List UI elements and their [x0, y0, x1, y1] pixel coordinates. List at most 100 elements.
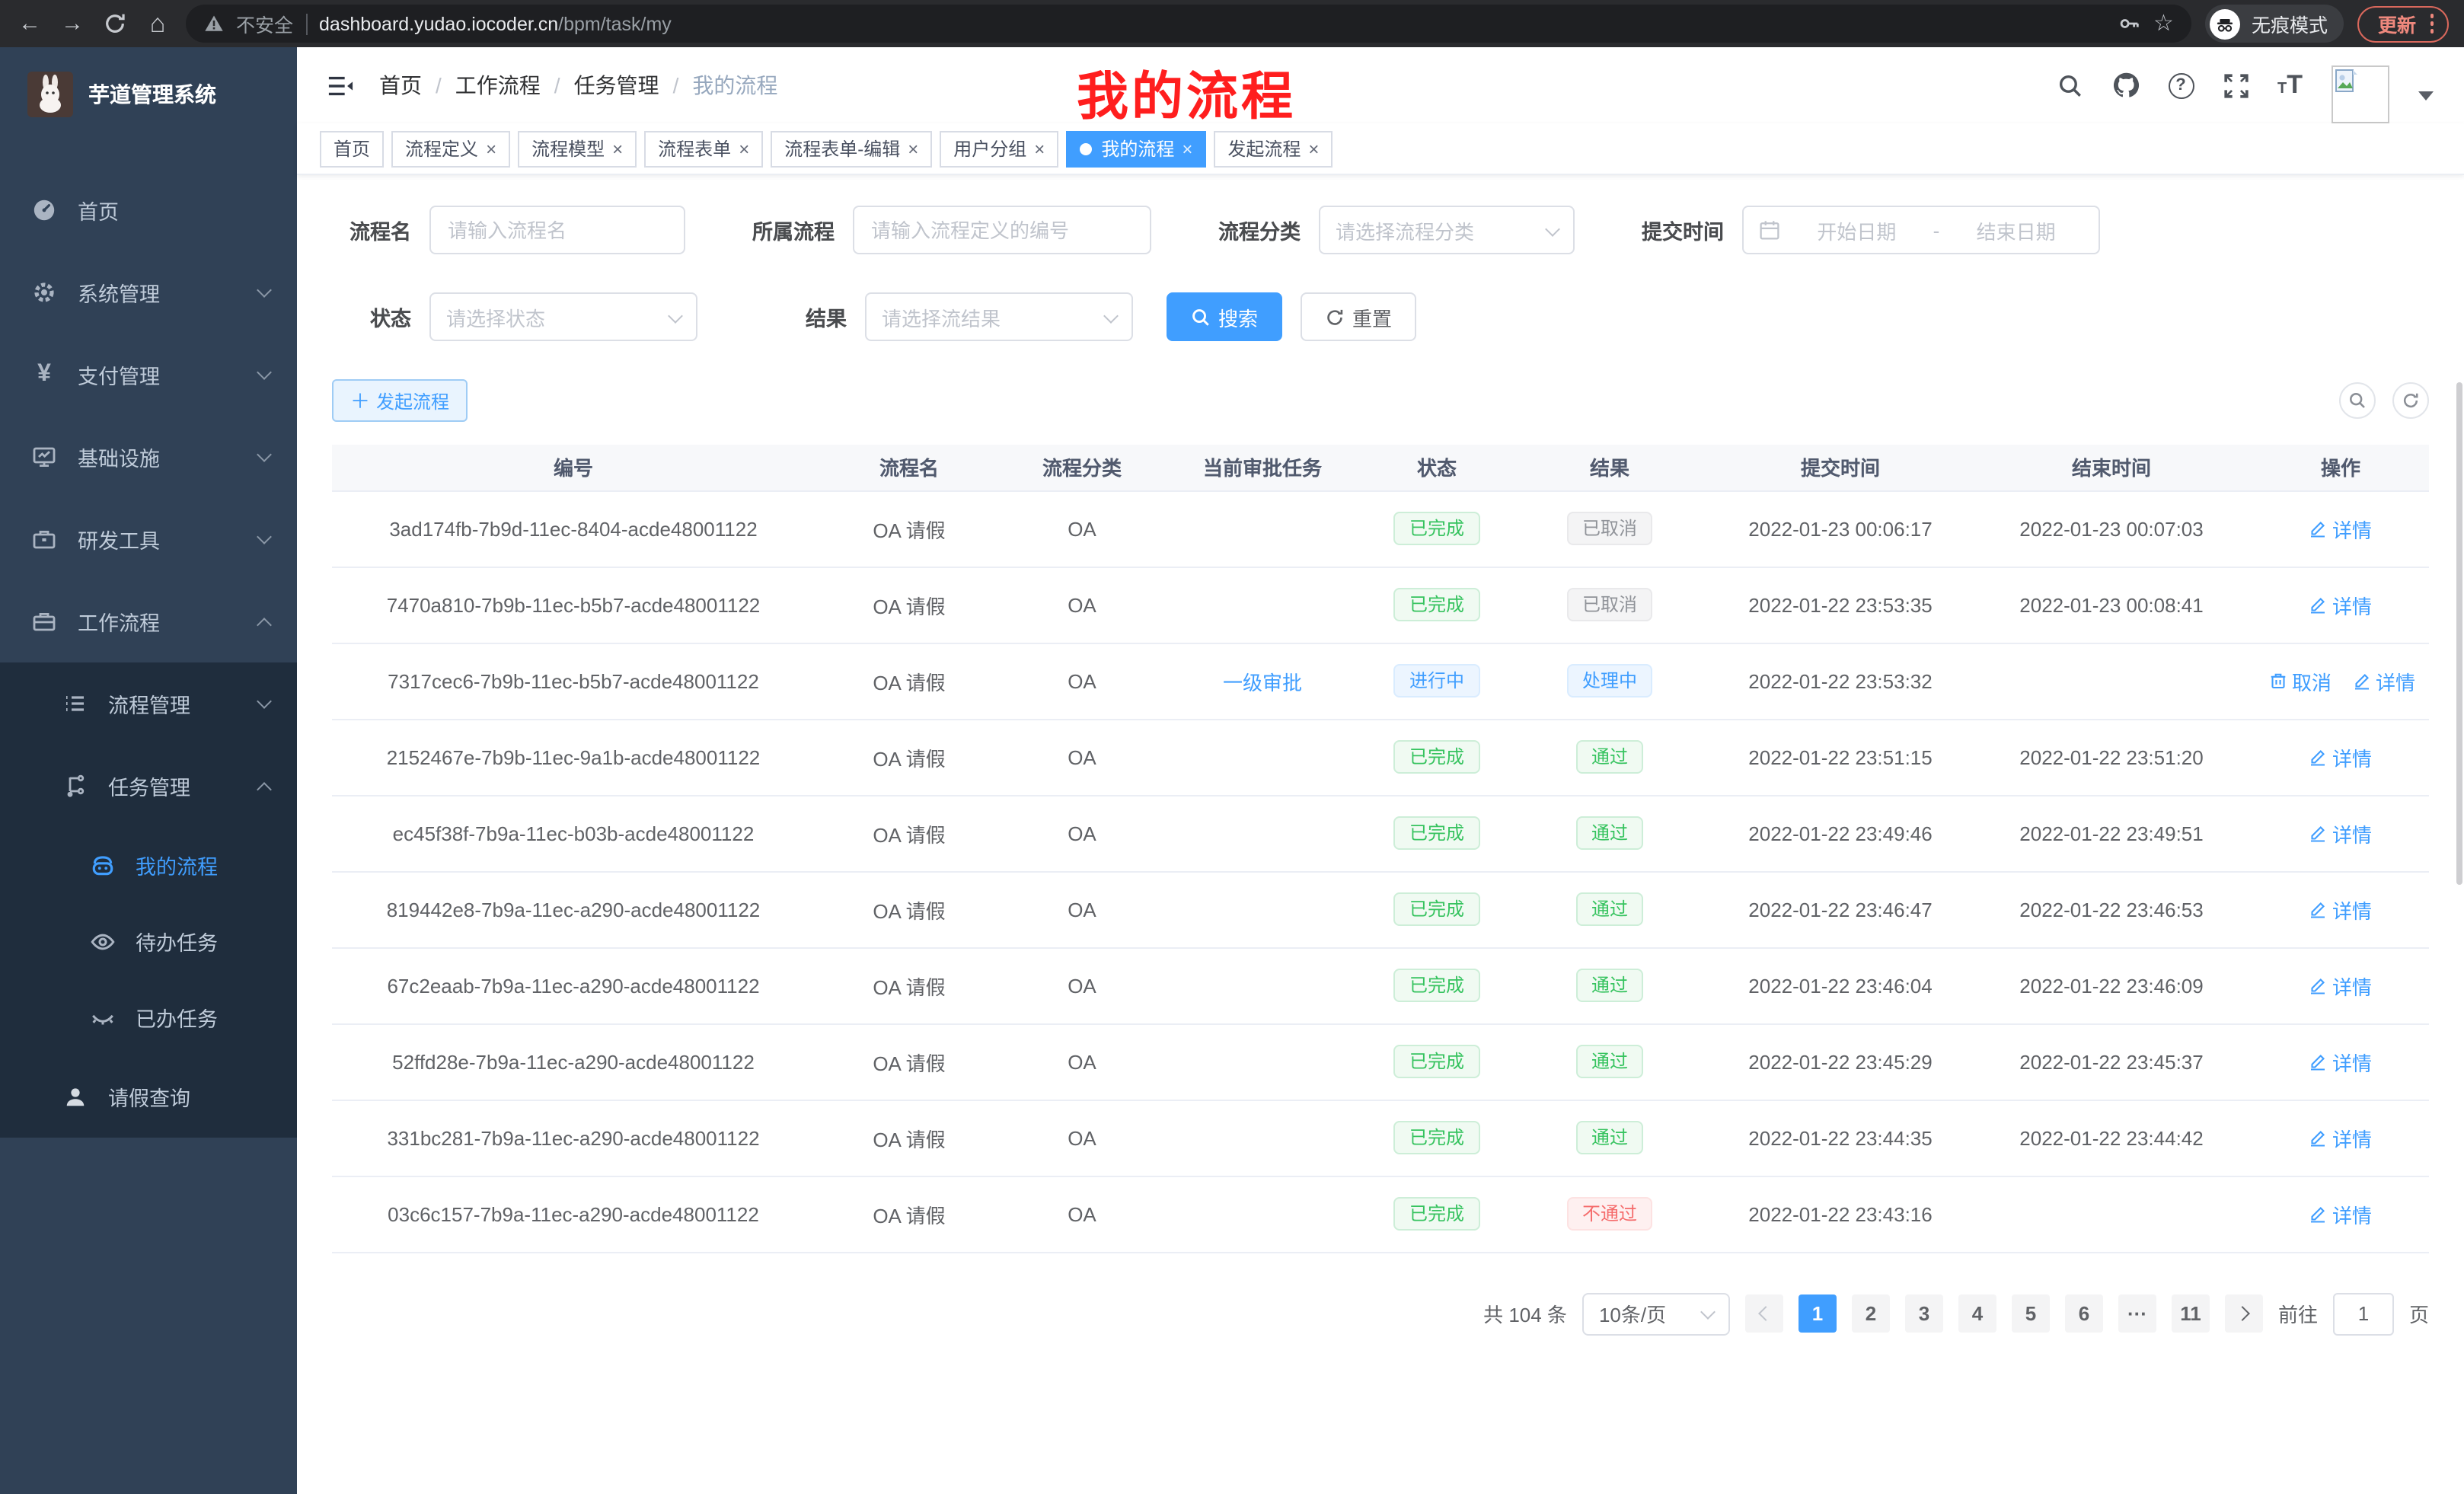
detail-link[interactable]: 详情	[2309, 742, 2372, 771]
sidebar-item-leave-query[interactable]: 请假查询	[0, 1055, 297, 1138]
breadcrumb-task-mgmt[interactable]: 任务管理	[574, 70, 659, 101]
col-result: 结果	[1509, 445, 1710, 490]
sidebar-item-home[interactable]: 首页	[0, 169, 297, 251]
tab-process-form-edit[interactable]: 流程表单-编辑×	[771, 130, 932, 167]
refresh-icon[interactable]	[2392, 382, 2429, 419]
reload-icon[interactable]	[101, 9, 129, 38]
chevron-down-icon	[1103, 308, 1119, 323]
help-icon[interactable]: ?	[2168, 72, 2194, 98]
current-task-link[interactable]: 一级审批	[1223, 671, 1302, 694]
detail-link[interactable]: 详情	[2353, 666, 2415, 695]
prev-page-button[interactable]	[1745, 1294, 1783, 1333]
page-button-3[interactable]: 3	[1905, 1294, 1943, 1333]
sidebar-item-workflow[interactable]: 工作流程	[0, 580, 297, 662]
sidebar-item-task-mgmt[interactable]: 任务管理	[0, 745, 297, 827]
font-size-icon[interactable]: TT	[2277, 72, 2303, 99]
tab-start-process[interactable]: 发起流程×	[1214, 130, 1333, 167]
page-button-2[interactable]: 2	[1852, 1294, 1890, 1333]
back-icon[interactable]: ←	[15, 9, 44, 38]
goto-page-input[interactable]	[2333, 1292, 2394, 1335]
chevron-down-icon	[257, 282, 272, 297]
forward-icon[interactable]: →	[58, 9, 87, 38]
sidebar-item-todo-tasks[interactable]: 待办任务	[0, 903, 297, 979]
app-logo-row[interactable]: 芋道管理系统	[0, 65, 297, 123]
detail-link[interactable]: 详情	[2309, 1199, 2372, 1228]
detail-link[interactable]: 详情	[2309, 1047, 2372, 1076]
detail-link[interactable]: 详情	[2309, 895, 2372, 924]
page-button-1[interactable]: 1	[1799, 1294, 1837, 1333]
sidebar-item-infra[interactable]: 基础设施	[0, 416, 297, 498]
tab-process-form[interactable]: 流程表单×	[644, 130, 763, 167]
page-size-select[interactable]: 10条/页	[1582, 1292, 1730, 1335]
result-label: 结果	[731, 302, 847, 332]
process-name-input[interactable]	[429, 206, 685, 254]
sidebar-item-payment[interactable]: ¥ 支付管理	[0, 334, 297, 416]
fullscreen-icon[interactable]	[2223, 72, 2249, 98]
page-ellipsis[interactable]: ···	[2118, 1294, 2156, 1333]
cell-id: 7470a810-7b9b-11ec-b5b7-acde48001122	[332, 567, 815, 643]
category-select[interactable]: 请选择流程分类	[1319, 206, 1575, 254]
breadcrumb-home[interactable]: 首页	[379, 70, 422, 101]
close-icon[interactable]: ×	[739, 139, 749, 158]
reset-button[interactable]: 重置	[1301, 292, 1416, 341]
filter-row-1: 流程名 所属流程 流程分类 请选择流程分类	[332, 206, 2429, 254]
tab-home[interactable]: 首页	[320, 130, 384, 167]
tab-process-definition[interactable]: 流程定义×	[391, 130, 510, 167]
page-button-5[interactable]: 5	[2012, 1294, 2050, 1333]
github-icon[interactable]	[2111, 72, 2139, 99]
search-icon[interactable]	[2057, 72, 2083, 98]
close-icon[interactable]: ×	[1034, 139, 1045, 158]
sidebar-item-process-mgmt[interactable]: 流程管理	[0, 662, 297, 745]
detail-link[interactable]: 详情	[2309, 819, 2372, 848]
table-row: 2152467e-7b9b-11ec-9a1b-acde48001122 OA …	[332, 719, 2429, 795]
filter-result: 结果 请选择流结果	[731, 292, 1133, 341]
sidebar-item-done-tasks[interactable]: 已办任务	[0, 979, 297, 1055]
bookmark-star-icon[interactable]: ☆	[2153, 12, 2174, 35]
browser-update-button[interactable]: 更新	[2358, 5, 2449, 42]
screen: ← → ⌂ 不安全 dashboard.yudao.iocoder.cn/bpm…	[0, 0, 2464, 1494]
home-icon[interactable]: ⌂	[143, 9, 172, 38]
result-badge: 已取消	[1567, 512, 1652, 545]
date-range-picker[interactable]: 开始日期 - 结束日期	[1742, 206, 2100, 254]
close-icon[interactable]: ×	[908, 139, 918, 158]
detail-link[interactable]: 详情	[2309, 971, 2372, 1000]
close-icon[interactable]: ×	[486, 139, 496, 158]
active-dot	[1080, 142, 1092, 155]
result-select[interactable]: 请选择流结果	[865, 292, 1133, 341]
page-button-11[interactable]: 11	[2172, 1294, 2210, 1333]
password-key-icon[interactable]	[2118, 12, 2141, 35]
sidebar-item-my-process[interactable]: 我的流程	[0, 827, 297, 903]
page-button-6[interactable]: 6	[2065, 1294, 2103, 1333]
result-badge: 通过	[1576, 969, 1643, 1002]
address-bar[interactable]: 不安全 dashboard.yudao.iocoder.cn/bpm/task/…	[186, 5, 2192, 43]
close-icon[interactable]: ×	[1182, 139, 1192, 158]
close-icon[interactable]: ×	[1308, 139, 1319, 158]
status-badge: 已完成	[1394, 1121, 1479, 1154]
caret-down-icon[interactable]	[2418, 91, 2434, 101]
status-select[interactable]: 请选择状态	[429, 292, 697, 341]
cancel-link[interactable]: 取消	[2269, 666, 2332, 695]
tab-user-group[interactable]: 用户分组×	[940, 130, 1058, 167]
browser-menu-icon[interactable]	[2430, 14, 2434, 34]
detail-link[interactable]: 详情	[2309, 1123, 2372, 1152]
close-icon[interactable]: ×	[612, 139, 623, 158]
sidebar-item-system[interactable]: 系统管理	[0, 251, 297, 334]
breadcrumb-workflow[interactable]: 工作流程	[455, 70, 541, 101]
tab-my-process[interactable]: 我的流程×	[1066, 130, 1206, 167]
tab-process-model[interactable]: 流程模型×	[518, 130, 637, 167]
page-button-4[interactable]: 4	[1958, 1294, 1996, 1333]
avatar[interactable]	[2332, 65, 2389, 123]
sidebar-fold-icon[interactable]	[327, 74, 353, 97]
security-warning-icon	[204, 14, 224, 34]
detail-link[interactable]: 详情	[2309, 514, 2372, 543]
start-process-button[interactable]: ＋ 发起流程	[332, 379, 468, 422]
cell-id: 67c2eaab-7b9a-11ec-a290-acde48001122	[332, 947, 815, 1023]
detail-link[interactable]: 详情	[2309, 590, 2372, 619]
sidebar-item-devtools[interactable]: 研发工具	[0, 498, 297, 580]
owner-process-input[interactable]	[853, 206, 1151, 254]
search-button[interactable]: 搜索	[1167, 292, 1282, 341]
breadcrumb: 首页 / 工作流程 / 任务管理 / 我的流程	[379, 70, 777, 101]
scrollbar-thumb[interactable]	[2456, 382, 2462, 885]
show-search-icon[interactable]	[2339, 382, 2376, 419]
next-page-button[interactable]	[2225, 1294, 2263, 1333]
